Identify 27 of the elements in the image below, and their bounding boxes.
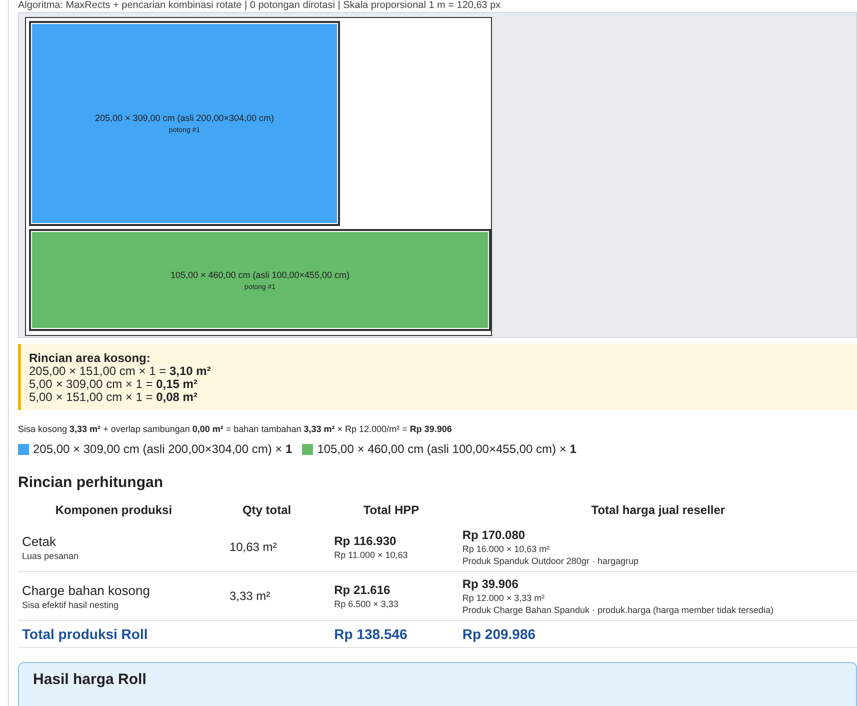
table-cell: Cetak Luas pesanan xyxy=(18,523,210,572)
result-title: Hasil harga Roll xyxy=(33,671,146,688)
summary-text: Sisa kosong 3,33 m² + overlap sambungan 0,00 m² = bahan tambahan 3,33 m² × Rp 12.000/m² = Rp 39.906 xyxy=(18,424,453,434)
table-cell: Rp 21.616 Rp 6.500 × 3,33 xyxy=(324,572,458,620)
piece-label: 105,00 × 460,00 cm (asli 100,00×455,00 cm) xyxy=(170,270,350,280)
empty-area-title: Rincian area kosong: xyxy=(29,352,152,365)
table-cell: Charge bahan kosong Sisa efektif hasil nesting xyxy=(18,572,210,620)
piece-label: 205,00 × 309,00 cm (asli 200,00×304,00 cm) xyxy=(94,113,274,123)
table-cell: 3,33 m² xyxy=(209,572,324,620)
section-title: Rincian perhitungan xyxy=(18,474,164,491)
table-cell: Rp 116.930 Rp 11.000 × 10,63 xyxy=(324,523,458,572)
table-cell: Rp 39.906 Rp 12.000 × 3,33 m² Produk Charge Bahan Spanduk · produk.harga (harga member tidak tersedia) xyxy=(458,572,857,620)
legend-label: 205,00 × 309,00 cm (asli 200,00×304,00 cm) × 1 xyxy=(33,442,292,456)
empty-area-line: 5,00 × 151,00 cm × 1 = 0,08 m² xyxy=(29,391,198,404)
table-cell: 10,63 m² xyxy=(209,523,324,572)
algorithm-caption: Algoritma: MaxRects + pencarian kombinasi rotate | 0 potongan dirotasi | Skala proporsional 1 m = 120,63 px xyxy=(18,0,502,12)
empty-area-line: 5,00 × 309,00 cm × 1 = 0,15 m² xyxy=(29,378,198,391)
column-header: Komponen produksi xyxy=(54,502,174,519)
table-cell: Rp 209.986 xyxy=(458,620,857,648)
table-cell: Rp 170.080 Rp 16.000 × 10,63 m² Produk Spanduk Outdoor 280gr · hargagrup xyxy=(458,523,857,572)
column-header: Qty total xyxy=(241,502,292,519)
column-header: Total harga jual reseller xyxy=(590,502,726,519)
column-header: Total HPP xyxy=(362,502,420,519)
empty-area-line: 205,00 × 151,00 cm × 1 = 3,10 m² xyxy=(29,365,212,378)
legend-label: 105,00 × 460,00 cm (asli 100,00×455,00 cm) × 1 xyxy=(317,442,576,456)
table-cell: Rp 138.546 xyxy=(324,620,458,648)
table-cell: Total produksi Roll xyxy=(18,620,210,648)
